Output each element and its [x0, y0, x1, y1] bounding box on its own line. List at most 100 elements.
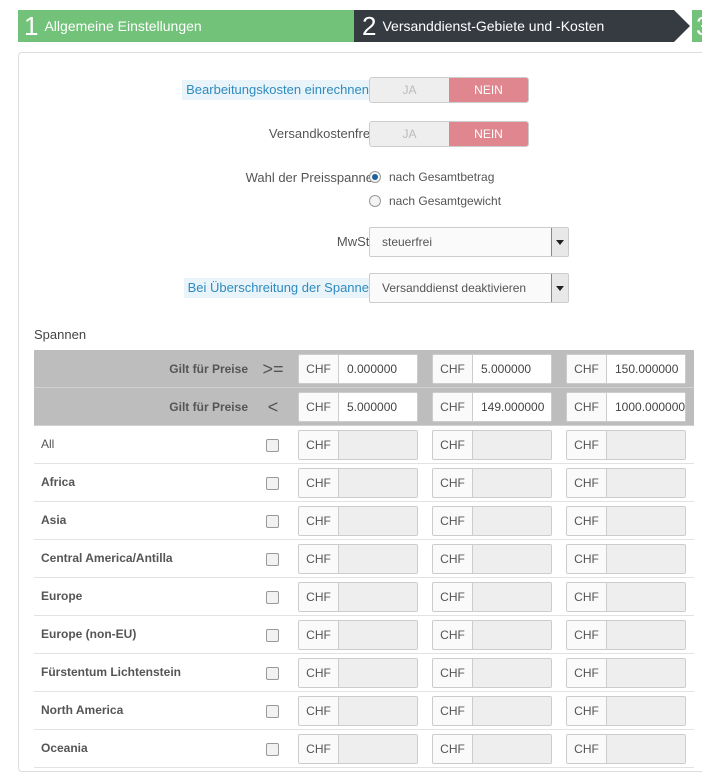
price-value-input[interactable]: [473, 583, 551, 611]
zone-price-input[interactable]: CHF: [566, 506, 686, 536]
currency-label: CHF: [567, 545, 607, 573]
zone-price-input[interactable]: CHF: [298, 430, 418, 460]
zone-price-input[interactable]: CHF: [566, 582, 686, 612]
price-value-input[interactable]: [339, 697, 417, 725]
range-input[interactable]: CHF 150.000000: [566, 354, 686, 384]
zone-price-input[interactable]: CHF: [298, 658, 418, 688]
radio-selected-icon[interactable]: [369, 171, 381, 183]
price-value-input[interactable]: [607, 735, 685, 763]
range-input[interactable]: CHF 5.000000: [298, 392, 418, 422]
vat-select[interactable]: steuerfrei: [369, 227, 569, 257]
zone-checkbox[interactable]: [266, 705, 279, 718]
radio-total-amount[interactable]: nach Gesamtbetrag: [369, 165, 501, 189]
currency-label: CHF: [433, 431, 473, 459]
price-value-input[interactable]: [473, 621, 551, 649]
zone-price-input[interactable]: CHF: [298, 506, 418, 536]
wizard-step-1[interactable]: 1 Allgemeine Einstellungen: [18, 10, 370, 42]
zone-checkbox[interactable]: [266, 667, 279, 680]
price-value-input[interactable]: [607, 431, 685, 459]
range-value-input[interactable]: 150.000000: [607, 355, 685, 383]
zone-price-input[interactable]: CHF: [566, 430, 686, 460]
zone-price-input[interactable]: CHF: [432, 658, 552, 688]
handling-switch[interactable]: JA NEIN: [369, 77, 529, 103]
range-input[interactable]: CHF 5.000000: [432, 354, 552, 384]
range-input[interactable]: CHF 1000.000000: [566, 392, 686, 422]
zone-price-input[interactable]: CHF: [432, 582, 552, 612]
price-range-radios: nach Gesamtbetrag nach Gesamtgewicht: [369, 165, 501, 213]
zone-price-input[interactable]: CHF: [432, 430, 552, 460]
zone-price-input[interactable]: CHF: [298, 696, 418, 726]
zone-row: North America CHF CHF CHF: [34, 692, 694, 730]
price-value-input[interactable]: [473, 431, 551, 459]
price-value-input[interactable]: [607, 697, 685, 725]
price-value-input[interactable]: [339, 735, 417, 763]
zone-price-input[interactable]: CHF: [432, 506, 552, 536]
price-value-input[interactable]: [607, 583, 685, 611]
price-value-input[interactable]: [473, 507, 551, 535]
zone-price-input[interactable]: CHF: [566, 620, 686, 650]
chevron-down-icon[interactable]: [551, 228, 568, 256]
zone-checkbox[interactable]: [266, 439, 279, 452]
zone-price-input[interactable]: CHF: [298, 582, 418, 612]
switch-yes[interactable]: JA: [370, 78, 449, 102]
price-value-input[interactable]: [473, 735, 551, 763]
wizard-step-2[interactable]: 2 Versanddienst-Gebiete und -Kosten: [354, 10, 690, 42]
range-value-input[interactable]: 1000.000000: [607, 393, 685, 421]
range-value-input[interactable]: 0.000000: [339, 355, 417, 383]
switch-no[interactable]: NEIN: [449, 122, 528, 146]
free-shipping-row: Versandkostenfrei JA NEIN: [19, 121, 702, 147]
price-value-input[interactable]: [339, 431, 417, 459]
zone-price-input[interactable]: CHF: [432, 468, 552, 498]
range-input[interactable]: CHF 149.000000: [432, 392, 552, 422]
chevron-down-icon[interactable]: [551, 274, 568, 302]
zone-checkbox[interactable]: [266, 477, 279, 490]
price-value-input[interactable]: [607, 469, 685, 497]
price-value-input[interactable]: [473, 697, 551, 725]
zone-price-input[interactable]: CHF: [566, 468, 686, 498]
zone-price-input[interactable]: CHF: [432, 620, 552, 650]
price-range-row: Wahl der Preisspanne nach Gesamtbetrag n…: [19, 165, 702, 208]
zone-checkbox[interactable]: [266, 629, 279, 642]
range-value-input[interactable]: 5.000000: [473, 355, 551, 383]
zone-checkbox[interactable]: [266, 553, 279, 566]
zone-checkbox[interactable]: [266, 591, 279, 604]
zone-price-input[interactable]: CHF: [566, 544, 686, 574]
zone-price-input[interactable]: CHF: [432, 734, 552, 764]
zone-price-input[interactable]: CHF: [566, 658, 686, 688]
price-value-input[interactable]: [339, 621, 417, 649]
zone-price-input[interactable]: CHF: [432, 544, 552, 574]
zone-price-input[interactable]: CHF: [298, 468, 418, 498]
range-value-input[interactable]: 149.000000: [473, 393, 551, 421]
radio-unselected-icon[interactable]: [369, 195, 381, 207]
zone-price-input[interactable]: CHF: [432, 696, 552, 726]
price-value-input[interactable]: [607, 659, 685, 687]
zone-price-input[interactable]: CHF: [298, 544, 418, 574]
radio-total-weight[interactable]: nach Gesamtgewicht: [369, 189, 501, 213]
price-value-input[interactable]: [339, 659, 417, 687]
zone-price-input[interactable]: CHF: [298, 734, 418, 764]
zone-row: Asia CHF CHF CHF: [34, 502, 694, 540]
switch-yes[interactable]: JA: [370, 122, 449, 146]
currency-label: CHF: [299, 393, 339, 421]
range-input[interactable]: CHF 0.000000: [298, 354, 418, 384]
price-value-input[interactable]: [339, 545, 417, 573]
range-value-input[interactable]: 5.000000: [339, 393, 417, 421]
zone-price-input[interactable]: CHF: [566, 734, 686, 764]
free-shipping-switch[interactable]: JA NEIN: [369, 121, 529, 147]
price-value-input[interactable]: [607, 621, 685, 649]
price-value-input[interactable]: [473, 659, 551, 687]
price-value-input[interactable]: [607, 545, 685, 573]
switch-no[interactable]: NEIN: [449, 78, 528, 102]
out-of-range-select[interactable]: Versanddienst deaktivieren: [369, 273, 569, 303]
price-value-input[interactable]: [473, 545, 551, 573]
wizard-step-3[interactable]: 3: [692, 10, 702, 42]
zone-checkbox[interactable]: [266, 515, 279, 528]
price-value-input[interactable]: [339, 469, 417, 497]
zone-checkbox[interactable]: [266, 743, 279, 756]
price-value-input[interactable]: [339, 583, 417, 611]
zone-price-input[interactable]: CHF: [566, 696, 686, 726]
price-value-input[interactable]: [339, 507, 417, 535]
price-value-input[interactable]: [473, 469, 551, 497]
price-value-input[interactable]: [607, 507, 685, 535]
zone-price-input[interactable]: CHF: [298, 620, 418, 650]
